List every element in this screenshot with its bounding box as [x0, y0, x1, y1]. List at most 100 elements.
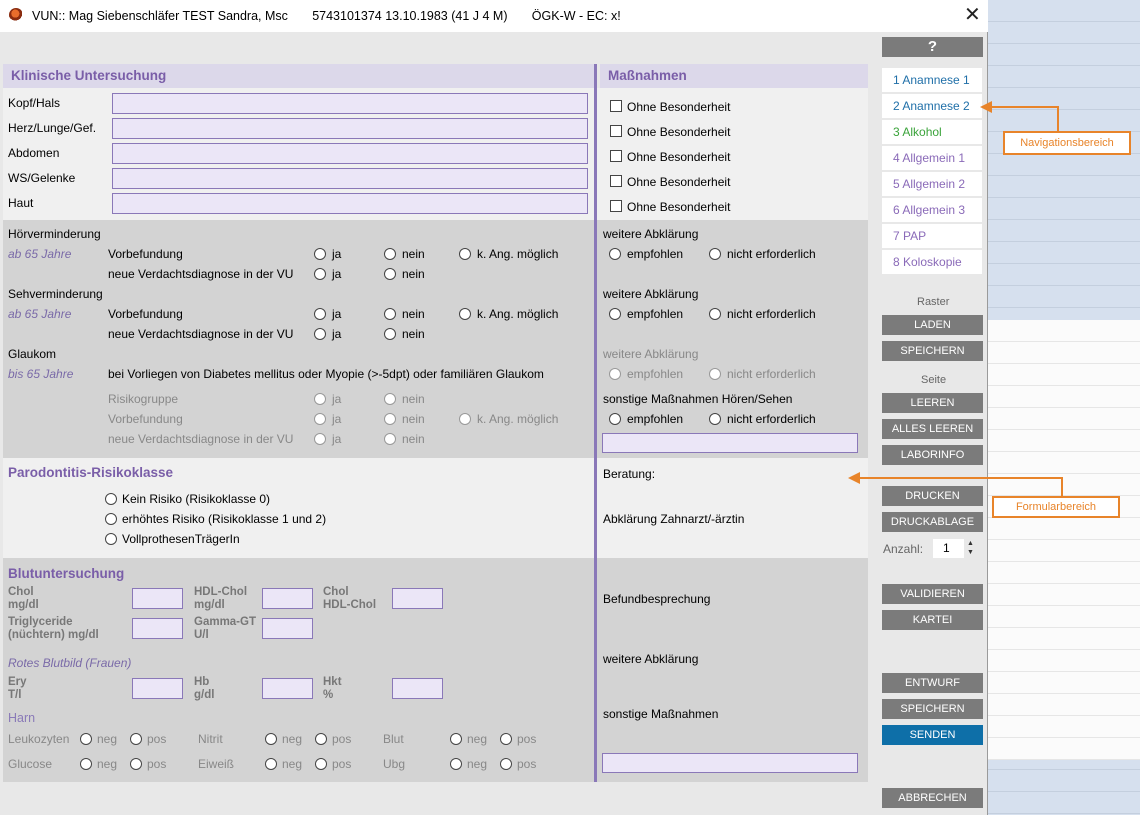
k-ang-radio[interactable]: [459, 248, 471, 260]
pos-radio[interactable]: [130, 758, 142, 770]
nicht-erforderlich-radio[interactable]: [709, 248, 721, 260]
ja-radio[interactable]: [314, 328, 326, 340]
nein-radio[interactable]: [384, 433, 396, 445]
hoer-verdacht-label: neue Verdachtsdiagnose in der VU: [108, 267, 294, 281]
ohne-besonderheit-checkbox[interactable]: [610, 100, 622, 112]
glaukom-verdacht-label: neue Verdachtsdiagnose in der VU: [108, 432, 294, 446]
pos-radio[interactable]: [500, 758, 512, 770]
ohne-besonderheit-checkbox[interactable]: [610, 200, 622, 212]
paro-option-radio[interactable]: [105, 533, 117, 545]
weitere-hoer-title: weitere Abklärung: [603, 227, 699, 241]
ohne-besonderheit-label: Ohne Besonderheit: [627, 175, 731, 189]
ja-radio[interactable]: [314, 413, 326, 425]
trig-input[interactable]: [132, 618, 183, 639]
nein-radio[interactable]: [384, 248, 396, 260]
empfohlen-label: empfohlen: [627, 412, 684, 426]
sonstige-input[interactable]: [602, 753, 858, 773]
kartei-button[interactable]: KARTEI: [882, 610, 983, 630]
nicht-erforderlich-radio[interactable]: [709, 308, 721, 320]
empfohlen-radio[interactable]: [609, 368, 621, 380]
seh-vorbefundung-label: Vorbefundung: [108, 307, 183, 321]
empfohlen-radio[interactable]: [609, 308, 621, 320]
help-button[interactable]: ?: [882, 37, 983, 57]
klinisch-row-input[interactable]: [112, 193, 588, 214]
nein-radio[interactable]: [384, 308, 396, 320]
neg-radio[interactable]: [80, 758, 92, 770]
neg-radio[interactable]: [450, 733, 462, 745]
nein-radio[interactable]: [384, 268, 396, 280]
chol-hdl-input[interactable]: [392, 588, 443, 609]
empfohlen-radio[interactable]: [609, 413, 621, 425]
nav-item-1[interactable]: 1 Anamnese 1: [882, 68, 982, 92]
ja-radio[interactable]: [314, 268, 326, 280]
nein-radio[interactable]: [384, 413, 396, 425]
klinisch-row-input[interactable]: [112, 118, 588, 139]
ja-radio[interactable]: [314, 393, 326, 405]
ery-input[interactable]: [132, 678, 183, 699]
pos-radio[interactable]: [315, 758, 327, 770]
nicht-erforderlich-radio[interactable]: [709, 368, 721, 380]
anzahl-input[interactable]: 1: [933, 539, 964, 558]
anzahl-spinner-icon[interactable]: ▲ ▼: [967, 539, 974, 557]
senden-button[interactable]: SENDEN: [882, 725, 983, 745]
hoer-vorbefundung-label: Vorbefundung: [108, 247, 183, 261]
klinisch-row-label: Abdomen: [8, 146, 60, 160]
empfohlen-label: empfohlen: [627, 307, 684, 321]
nein-radio[interactable]: [384, 393, 396, 405]
nein-radio[interactable]: [384, 328, 396, 340]
ggt-input[interactable]: [262, 618, 313, 639]
validieren-button[interactable]: VALIDIEREN: [882, 584, 983, 604]
chol-input[interactable]: [132, 588, 183, 609]
pos-radio[interactable]: [315, 733, 327, 745]
neg-radio[interactable]: [265, 758, 277, 770]
sonstige-hoeren-input[interactable]: [602, 433, 858, 453]
trig-label: Triglyceride (nüchtern) mg/dl: [8, 616, 99, 641]
klinisch-row-input[interactable]: [112, 93, 588, 114]
ohne-besonderheit-checkbox[interactable]: [610, 175, 622, 187]
beratung-title: Beratung:: [603, 467, 656, 481]
pos-label: pos: [147, 757, 167, 771]
speichern-button[interactable]: SPEICHERN: [882, 699, 983, 719]
klinisch-row-input[interactable]: [112, 143, 588, 164]
ohne-besonderheit-label: Ohne Besonderheit: [627, 200, 731, 214]
ohne-besonderheit-checkbox[interactable]: [610, 125, 622, 137]
paro-option-label: VollprothesenTrägerIn: [122, 532, 240, 546]
pos-radio[interactable]: [130, 733, 142, 745]
k-ang-radio[interactable]: [459, 308, 471, 320]
ggt-label: Gamma-GT U/l: [194, 616, 256, 641]
neg-radio[interactable]: [80, 733, 92, 745]
entwurf-button[interactable]: ENTWURF: [882, 673, 983, 693]
ja-label: ja: [332, 392, 342, 406]
hb-input[interactable]: [262, 678, 313, 699]
klinisch-row-label: Haut: [8, 196, 34, 210]
klinisch-row-label: Kopf/Hals: [8, 96, 61, 110]
abbrechen-button[interactable]: ABBRECHEN: [882, 788, 983, 808]
paro-option-radio[interactable]: [105, 493, 117, 505]
pos-radio[interactable]: [500, 733, 512, 745]
hkt-input[interactable]: [392, 678, 443, 699]
nav-annotation: Navigationsbereich: [1003, 131, 1131, 155]
window-title: VUN:: Mag Siebenschläfer TEST Sandra, Ms…: [32, 9, 621, 23]
rotes-blutbild-title: Rotes Blutbild (Frauen): [8, 656, 132, 670]
k-ang-radio[interactable]: [459, 413, 471, 425]
neg-radio[interactable]: [265, 733, 277, 745]
ja-label: ja: [332, 267, 342, 281]
ohne-besonderheit-checkbox[interactable]: [610, 150, 622, 162]
close-icon[interactable]: ✕: [964, 5, 981, 25]
neg-radio[interactable]: [450, 758, 462, 770]
massnahmen-header: Maßnahmen: [600, 64, 868, 88]
ja-label: ja: [332, 307, 342, 321]
paro-option-radio[interactable]: [105, 513, 117, 525]
nicht-erforderlich-label: nicht erforderlich: [727, 307, 816, 321]
ja-radio[interactable]: [314, 248, 326, 260]
glaukom-text: bei Vorliegen von Diabetes mellitus oder…: [108, 367, 544, 381]
nicht-erforderlich-radio[interactable]: [709, 413, 721, 425]
ery-label: Ery T/l: [8, 676, 27, 701]
empfohlen-radio[interactable]: [609, 248, 621, 260]
klinisch-row-input[interactable]: [112, 168, 588, 189]
ja-radio[interactable]: [314, 433, 326, 445]
column-divider: [594, 64, 597, 782]
hdl-input[interactable]: [262, 588, 313, 609]
nein-label: nein: [402, 327, 425, 341]
ja-radio[interactable]: [314, 308, 326, 320]
